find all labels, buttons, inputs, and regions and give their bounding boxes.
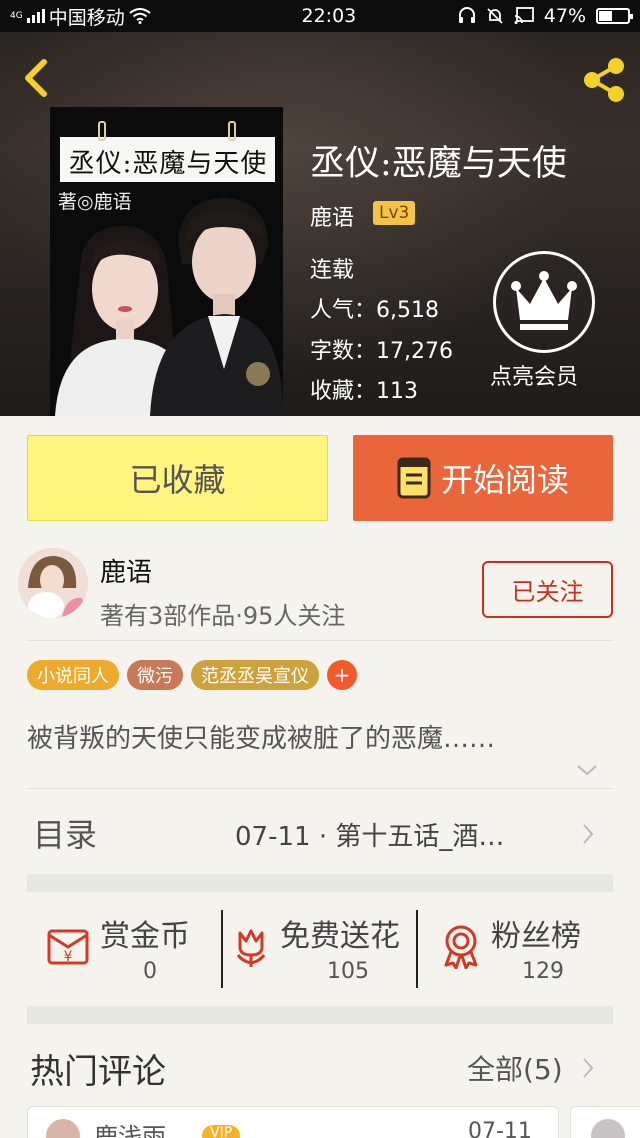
start-reading-label: 开始阅读 [440, 461, 569, 499]
section-gap [27, 1006, 613, 1024]
avatar[interactable] [591, 1119, 625, 1138]
share-icon[interactable] [578, 54, 630, 106]
reward-flowers[interactable]: 免费送花 105 [223, 893, 416, 1003]
collected-button[interactable]: 已收藏 [27, 435, 328, 521]
crown-icon [511, 271, 577, 330]
avatar-photo [18, 548, 88, 618]
latest-chapter: 07-11 · 第十五话_酒… [235, 822, 505, 852]
divider [27, 640, 613, 641]
reward-label: 赏金币 [100, 919, 190, 954]
all-comments-link[interactable]: 全部(5) [467, 1048, 563, 1088]
reward-label: 粉丝榜 [491, 919, 581, 954]
network-type: 4G [10, 10, 23, 21]
hot-comments-title: 热门评论 [30, 1052, 166, 1092]
popularity-label: 人气： [310, 298, 377, 323]
section-gap [27, 874, 613, 892]
chevron-right-icon [583, 824, 594, 844]
vip-crown-button[interactable] [493, 251, 595, 353]
table-of-contents-row[interactable]: 目录 07-11 · 第十五话_酒… [0, 790, 640, 874]
clock: 22:03 [301, 5, 357, 27]
rewards-row: ¥ 赏金币 0 免费送花 105 粉丝榜 129 [0, 893, 640, 1003]
divider [27, 788, 613, 789]
back-arrow-icon[interactable] [18, 56, 58, 100]
paper-clip-icon [228, 121, 236, 141]
popularity-value: 6,518 [376, 298, 439, 323]
hot-comments-header: 热门评论 全部(5) [0, 1030, 640, 1100]
vip-badge: VIP [202, 1125, 241, 1138]
book-cover[interactable]: 丞仪:恶魔与天使 著◎鹿语 [50, 107, 283, 416]
tag-list: 小说同人 微污 范丞丞吴宣仪 + [27, 660, 357, 690]
word-count-stat: 字数：17,276 [310, 333, 453, 365]
book-title: 丞仪:恶魔与天使 [310, 144, 567, 184]
author-level-badge: Lv3 [373, 201, 416, 225]
signal-icon [26, 9, 45, 23]
cover-boy-illustration [150, 197, 283, 416]
comment-card[interactable]: 鹿浅雨 VIP 07-11 [27, 1106, 559, 1138]
commenter-name[interactable]: 鹿浅雨 [94, 1117, 166, 1138]
start-reading-button[interactable]: 开始阅读 [353, 435, 613, 521]
reward-fans-ranking[interactable]: 粉丝榜 129 [418, 893, 640, 1003]
tag-chip[interactable]: 微污 [127, 660, 183, 690]
reward-label: 免费送花 [280, 919, 400, 954]
avatar[interactable] [46, 1119, 80, 1138]
chevron-down-icon[interactable] [576, 763, 598, 777]
book-icon [397, 457, 431, 499]
red-envelope-icon: ¥ [47, 929, 89, 965]
favorites-stat: 收藏：113 [310, 373, 418, 405]
avatar[interactable] [18, 548, 88, 618]
book-author[interactable]: 鹿语 [310, 200, 354, 232]
cover-author: 著◎鹿语 [58, 191, 132, 213]
flower-icon [236, 929, 266, 967]
favorites-label: 收藏： [310, 379, 377, 404]
paper-clip-icon [98, 121, 106, 141]
author-name[interactable]: 鹿语 [100, 552, 152, 589]
comment-card[interactable] [570, 1106, 640, 1138]
toc-label: 目录 [33, 816, 98, 854]
mute-bell-icon [487, 8, 503, 24]
tag-chip[interactable]: 范丞丞吴宣仪 [191, 660, 319, 690]
reward-value: 129 [522, 959, 564, 984]
medal-icon [444, 925, 478, 969]
wifi-icon [129, 8, 151, 24]
cast-icon [514, 7, 534, 24]
chevron-right-icon[interactable] [582, 1057, 594, 1079]
book-header: 丞仪:恶魔与天使 著◎鹿语 丞仪:恶魔与天使 鹿语 Lv3 连载 人气：6,51… [0, 32, 640, 416]
word-count-value: 17,276 [376, 339, 453, 364]
follow-button[interactable]: 已关注 [482, 561, 613, 618]
add-tag-button[interactable]: + [327, 660, 357, 690]
word-count-label: 字数： [310, 339, 377, 364]
battery-icon [596, 8, 633, 24]
comment-date: 07-11 [468, 1119, 532, 1138]
popularity-stat: 人气：6,518 [310, 292, 439, 324]
tag-chip[interactable]: 小说同人 [27, 660, 119, 690]
book-status: 连载 [310, 258, 355, 283]
carrier-name: 中国移动 [48, 6, 125, 29]
reward-value: 105 [327, 959, 369, 984]
favorites-value: 113 [376, 379, 419, 404]
author-summary: 著有3部作品·95人关注 [100, 602, 346, 630]
battery-percent: 47% [543, 5, 586, 27]
status-bar: 4G 中国移动 22:03 47% [0, 0, 640, 32]
author-row[interactable]: 鹿语 著有3部作品·95人关注 已关注 [0, 540, 640, 640]
reward-coins[interactable]: ¥ 赏金币 0 [0, 893, 222, 1003]
headset-icon [458, 7, 475, 23]
book-description: 被背叛的天使只能变成被脏了的恶魔…… [27, 724, 496, 754]
cover-title: 丞仪:恶魔与天使 [68, 149, 268, 179]
svg-text:¥: ¥ [64, 949, 73, 965]
reward-value: 0 [143, 959, 157, 984]
vip-label[interactable]: 点亮会员 [490, 359, 578, 391]
